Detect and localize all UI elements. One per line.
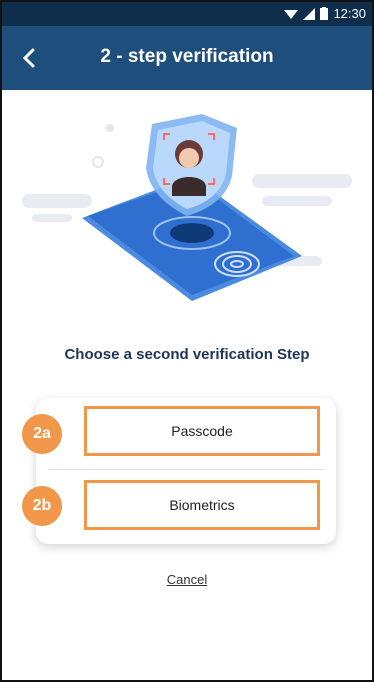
phone-verification-illustration: [22, 114, 352, 301]
battery-icon: [320, 7, 329, 20]
step-badge-2b: 2b: [22, 486, 62, 526]
phone-screen: 12:30 2 - step verification Choose a sec…: [0, 0, 374, 682]
status-bar: 12:30: [2, 2, 372, 26]
verification-prompt: Choose a second verification Step: [64, 346, 310, 363]
step-badge-2a: 2a: [22, 414, 62, 454]
signal-icon: [303, 7, 316, 20]
status-time: 12:30: [333, 6, 366, 21]
app-bar: 2 - step verification: [2, 26, 372, 90]
biometrics-option-button[interactable]: Biometrics: [84, 480, 320, 530]
options-divider: [48, 469, 324, 470]
cancel-link[interactable]: Cancel: [2, 572, 372, 587]
options-card: Passcode Biometrics: [36, 398, 336, 544]
wifi-icon: [284, 9, 299, 19]
passcode-option-button[interactable]: Passcode: [84, 406, 320, 456]
passcode-option-label: Passcode: [171, 423, 233, 439]
page-title: 2 - step verification: [100, 46, 274, 67]
biometrics-option-label: Biometrics: [169, 497, 235, 513]
